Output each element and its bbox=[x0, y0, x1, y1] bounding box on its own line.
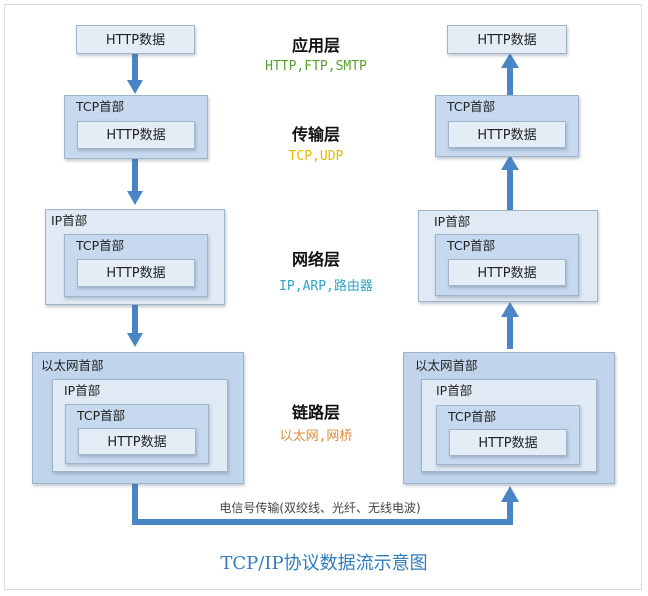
tcp-header-label: TCP首部 bbox=[77, 408, 126, 423]
right-app-http-box: HTTP数据 bbox=[447, 25, 567, 54]
tcp-box: TCP首部 HTTP数据 bbox=[436, 405, 580, 465]
left-app-http-box: HTTP数据 bbox=[76, 25, 195, 54]
http-data-box: HTTP数据 bbox=[449, 429, 567, 456]
arrow-right-3-head bbox=[501, 302, 519, 317]
left-link-eth-box: 以太网首部 IP首部 TCP首部 HTTP数据 bbox=[32, 352, 244, 484]
layer-protocols-link: 以太网,网桥 bbox=[279, 429, 353, 444]
right-network-ip-box: IP首部 TCP首部 HTTP数据 bbox=[418, 210, 598, 302]
transmission-label: 电信号传输(双绞线、光纤、无线电波) bbox=[219, 501, 421, 515]
http-data-label: HTTP数据 bbox=[478, 436, 538, 451]
tcp-box: TCP首部 HTTP数据 bbox=[65, 404, 209, 464]
left-network-ip-box: IP首部 TCP首部 HTTP数据 bbox=[45, 209, 225, 305]
tcp-header-label: TCP首部 bbox=[447, 238, 496, 253]
tcp-header-label: TCP首部 bbox=[447, 99, 496, 114]
wire-bottom-segment bbox=[132, 519, 513, 525]
http-data-label: HTTP数据 bbox=[105, 33, 166, 48]
http-data-box: HTTP数据 bbox=[77, 121, 195, 149]
http-data-box: HTTP数据 bbox=[78, 428, 196, 455]
tcp-box: TCP首部 HTTP数据 bbox=[435, 234, 579, 296]
layer-protocols-transport: TCP,UDP bbox=[288, 149, 344, 164]
left-transport-tcp-box: TCP首部 HTTP数据 bbox=[64, 95, 208, 159]
layer-protocols-network: IP,ARP,路由器 bbox=[279, 279, 373, 294]
eth-header-label: 以太网首部 bbox=[41, 358, 104, 373]
http-data-box: HTTP数据 bbox=[77, 259, 195, 287]
right-transport-tcp-box: TCP首部 HTTP数据 bbox=[435, 95, 579, 157]
http-data-label: HTTP数据 bbox=[477, 128, 537, 143]
arrow-right-2-head bbox=[501, 155, 519, 170]
wire-up-head bbox=[501, 486, 519, 502]
arrow-left-1-shaft bbox=[132, 54, 138, 82]
right-link-eth-box: 以太网首部 IP首部 TCP首部 HTTP数据 bbox=[403, 352, 615, 484]
arrow-right-1-shaft bbox=[507, 66, 513, 96]
tcp-header-label: TCP首部 bbox=[76, 99, 125, 114]
http-data-label: HTTP数据 bbox=[477, 266, 537, 281]
layer-title-network: 网络层 bbox=[291, 250, 340, 269]
arrow-left-3-head bbox=[127, 333, 143, 347]
ip-header-label: IP首部 bbox=[51, 213, 88, 228]
arrow-right-2-shaft bbox=[507, 168, 513, 210]
layer-title-link: 链路层 bbox=[291, 403, 340, 422]
layer-protocols-application: HTTP,FTP,SMTP bbox=[265, 59, 367, 74]
http-data-label: HTTP数据 bbox=[477, 33, 537, 48]
arrow-right-1-head bbox=[501, 53, 519, 68]
http-data-label: HTTP数据 bbox=[107, 435, 167, 450]
ip-header-label: IP首部 bbox=[64, 383, 101, 398]
arrow-right-3-shaft bbox=[507, 315, 513, 349]
layer-title-transport: 传输层 bbox=[291, 125, 340, 144]
http-data-label: HTTP数据 bbox=[106, 128, 166, 143]
tcp-header-label: TCP首部 bbox=[76, 238, 125, 253]
ip-box: IP首部 TCP首部 HTTP数据 bbox=[52, 379, 228, 472]
layer-title-application: 应用层 bbox=[291, 36, 340, 55]
wire-right-segment bbox=[507, 499, 513, 525]
http-data-label: HTTP数据 bbox=[106, 266, 166, 281]
ip-header-label: IP首部 bbox=[434, 214, 471, 229]
tcp-box: TCP首部 HTTP数据 bbox=[64, 234, 208, 297]
wire-left-segment bbox=[132, 484, 138, 525]
arrow-left-2-head bbox=[127, 191, 143, 205]
http-data-box: HTTP数据 bbox=[448, 121, 566, 148]
tcp-header-label: TCP首部 bbox=[448, 409, 497, 424]
arrow-left-2-shaft bbox=[132, 159, 138, 193]
eth-header-label: 以太网首部 bbox=[415, 358, 478, 373]
arrow-left-3-shaft bbox=[132, 305, 138, 335]
ip-box: IP首部 TCP首部 HTTP数据 bbox=[421, 379, 597, 472]
http-data-box: HTTP数据 bbox=[448, 259, 566, 286]
diagram-caption: TCP/IP协议数据流示意图 bbox=[220, 553, 428, 574]
arrow-left-1-head bbox=[127, 80, 143, 94]
ip-header-label: IP首部 bbox=[436, 383, 473, 398]
